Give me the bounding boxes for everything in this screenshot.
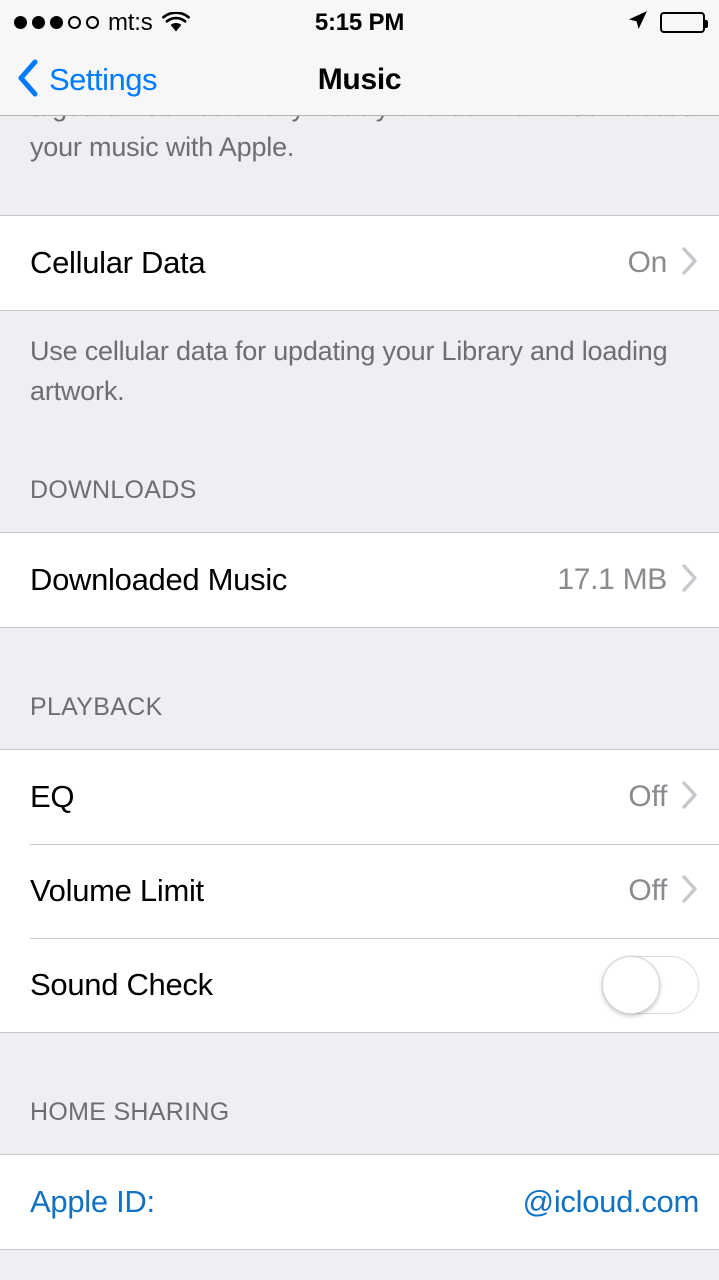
apple-id-right: @icloud.com — [522, 1184, 700, 1220]
downloaded-music-value: 17.1 MB — [557, 563, 667, 596]
cellular-data-group: Cellular Data On — [0, 215, 719, 311]
toggle-knob — [602, 956, 660, 1014]
downloads-group: Downloaded Music 17.1 MB — [0, 532, 719, 628]
eq-value: Off — [628, 780, 667, 813]
signal-dot-filled — [50, 16, 63, 29]
cellular-data-footer-text: Use cellular data for updating your Libr… — [30, 336, 668, 406]
row-sound-check: Sound Check — [0, 938, 719, 1032]
apple-id-label: Apple ID: — [30, 1184, 155, 1219]
back-button[interactable]: Settings — [0, 58, 158, 103]
downloaded-music-right: 17.1 MB — [557, 563, 699, 598]
cellular-signal-dots — [14, 16, 99, 29]
row-downloaded-music[interactable]: Downloaded Music 17.1 MB — [0, 533, 719, 627]
row-apple-id[interactable]: Apple ID: @icloud.com — [0, 1155, 719, 1249]
chevron-left-icon — [16, 58, 40, 103]
volume-limit-right: Off — [628, 874, 699, 909]
row-eq[interactable]: EQ Off — [0, 750, 719, 844]
eq-label: EQ — [30, 779, 75, 814]
sound-check-right — [602, 956, 699, 1014]
wifi-icon — [161, 12, 190, 33]
iphone-screen: mt:s 5:15 PM Settings Music your music w… — [0, 0, 719, 1280]
volume-limit-value: Off — [628, 874, 667, 907]
section-header-playback: PLAYBACK — [30, 693, 163, 721]
status-bar-left: mt:s — [14, 8, 190, 36]
chevron-right-icon — [681, 874, 699, 909]
cellular-data-label: Cellular Data — [30, 245, 206, 280]
sound-check-label: Sound Check — [30, 967, 213, 1002]
chevron-right-icon — [681, 780, 699, 815]
signal-dot-empty — [68, 16, 81, 29]
status-bar: mt:s 5:15 PM — [0, 0, 719, 45]
sound-check-toggle[interactable] — [602, 956, 699, 1014]
genius-footer-text: together. Genius anonymously shares info… — [30, 116, 689, 162]
status-bar-right — [626, 8, 708, 37]
back-button-label: Settings — [49, 62, 158, 97]
row-volume-limit[interactable]: Volume Limit Off — [0, 844, 719, 938]
navigation-bar: Settings Music — [0, 45, 719, 116]
apple-id-value: @icloud.com — [522, 1184, 700, 1219]
battery-icon — [660, 12, 708, 33]
eq-right: Off — [628, 780, 699, 815]
cellular-data-value: On — [627, 246, 668, 279]
row-cellular-data[interactable]: Cellular Data On — [0, 216, 719, 310]
chevron-right-icon — [681, 246, 699, 281]
settings-list[interactable]: together. Genius anonymously shares info… — [0, 116, 719, 1280]
volume-limit-label: Volume Limit — [30, 873, 204, 908]
cellular-data-right: On — [628, 246, 699, 281]
signal-dot-filled — [14, 16, 27, 29]
downloaded-music-label: Downloaded Music — [30, 562, 288, 597]
playback-group: EQ Off Volume Limit Off Sound Check — [0, 749, 719, 1033]
home-sharing-group: Apple ID: @icloud.com — [0, 1154, 719, 1250]
signal-dot-empty — [86, 16, 99, 29]
chevron-right-icon — [681, 563, 699, 598]
section-header-home-sharing: HOME SHARING — [30, 1098, 230, 1126]
signal-dot-filled — [32, 16, 45, 29]
section-header-downloads: DOWNLOADS — [30, 476, 197, 504]
carrier-name: mt:s — [108, 8, 153, 36]
location-arrow-icon — [626, 8, 650, 37]
